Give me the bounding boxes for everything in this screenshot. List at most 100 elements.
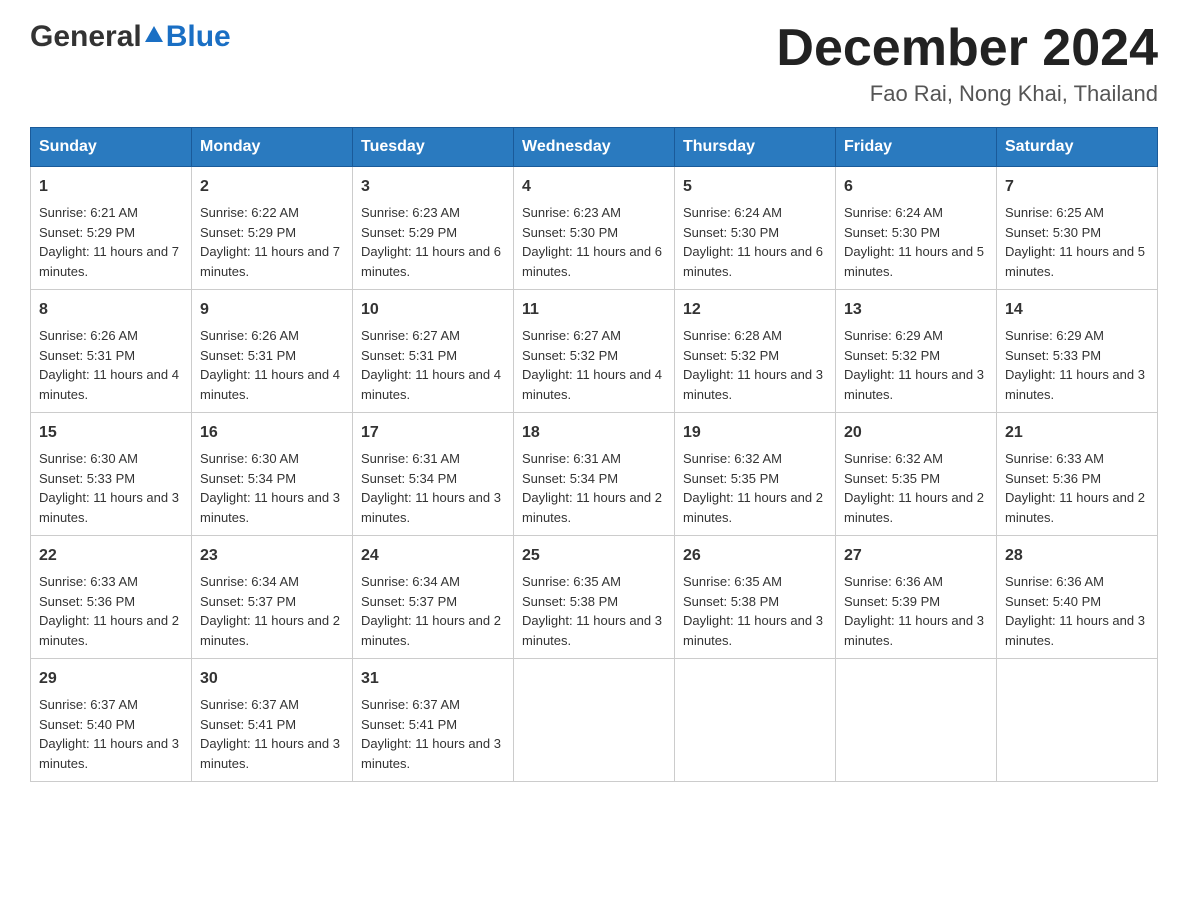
calendar-cell: 5 Sunrise: 6:24 AMSunset: 5:30 PMDayligh… [675, 167, 836, 290]
calendar-cell: 26 Sunrise: 6:35 AMSunset: 5:38 PMDaylig… [675, 536, 836, 659]
day-number: 14 [1005, 298, 1149, 322]
day-info: Sunrise: 6:29 AMSunset: 5:33 PMDaylight:… [1005, 328, 1145, 402]
day-info: Sunrise: 6:36 AMSunset: 5:39 PMDaylight:… [844, 574, 984, 648]
day-number: 30 [200, 667, 344, 691]
day-number: 15 [39, 421, 183, 445]
calendar-week-row: 15 Sunrise: 6:30 AMSunset: 5:33 PMDaylig… [31, 413, 1158, 536]
day-info: Sunrise: 6:23 AMSunset: 5:30 PMDaylight:… [522, 205, 662, 279]
calendar-week-row: 1 Sunrise: 6:21 AMSunset: 5:29 PMDayligh… [31, 167, 1158, 290]
day-number: 2 [200, 175, 344, 199]
calendar-header-saturday: Saturday [997, 128, 1158, 167]
day-number: 25 [522, 544, 666, 568]
calendar-table: SundayMondayTuesdayWednesdayThursdayFrid… [30, 127, 1158, 782]
page-header: General Blue December 2024 Fao Rai, Nong… [30, 20, 1158, 107]
day-info: Sunrise: 6:22 AMSunset: 5:29 PMDaylight:… [200, 205, 340, 279]
month-title: December 2024 [776, 20, 1158, 77]
day-number: 28 [1005, 544, 1149, 568]
day-info: Sunrise: 6:27 AMSunset: 5:32 PMDaylight:… [522, 328, 662, 402]
calendar-header-sunday: Sunday [31, 128, 192, 167]
day-info: Sunrise: 6:37 AMSunset: 5:40 PMDaylight:… [39, 697, 179, 771]
calendar-cell: 20 Sunrise: 6:32 AMSunset: 5:35 PMDaylig… [836, 413, 997, 536]
day-number: 13 [844, 298, 988, 322]
calendar-cell: 6 Sunrise: 6:24 AMSunset: 5:30 PMDayligh… [836, 167, 997, 290]
calendar-header-wednesday: Wednesday [514, 128, 675, 167]
day-info: Sunrise: 6:29 AMSunset: 5:32 PMDaylight:… [844, 328, 984, 402]
calendar-cell: 23 Sunrise: 6:34 AMSunset: 5:37 PMDaylig… [192, 536, 353, 659]
logo-arrow-icon [143, 20, 165, 54]
day-number: 12 [683, 298, 827, 322]
day-number: 31 [361, 667, 505, 691]
day-info: Sunrise: 6:21 AMSunset: 5:29 PMDaylight:… [39, 205, 179, 279]
calendar-cell: 22 Sunrise: 6:33 AMSunset: 5:36 PMDaylig… [31, 536, 192, 659]
day-number: 29 [39, 667, 183, 691]
day-info: Sunrise: 6:23 AMSunset: 5:29 PMDaylight:… [361, 205, 501, 279]
calendar-cell: 30 Sunrise: 6:37 AMSunset: 5:41 PMDaylig… [192, 659, 353, 782]
day-number: 21 [1005, 421, 1149, 445]
logo: General Blue [30, 20, 231, 54]
day-info: Sunrise: 6:31 AMSunset: 5:34 PMDaylight:… [522, 451, 662, 525]
day-info: Sunrise: 6:26 AMSunset: 5:31 PMDaylight:… [39, 328, 179, 402]
calendar-cell [836, 659, 997, 782]
calendar-cell: 19 Sunrise: 6:32 AMSunset: 5:35 PMDaylig… [675, 413, 836, 536]
calendar-cell [997, 659, 1158, 782]
calendar-cell [514, 659, 675, 782]
calendar-cell: 13 Sunrise: 6:29 AMSunset: 5:32 PMDaylig… [836, 290, 997, 413]
day-info: Sunrise: 6:27 AMSunset: 5:31 PMDaylight:… [361, 328, 501, 402]
day-info: Sunrise: 6:28 AMSunset: 5:32 PMDaylight:… [683, 328, 823, 402]
title-area: December 2024 Fao Rai, Nong Khai, Thaila… [776, 20, 1158, 107]
calendar-cell: 27 Sunrise: 6:36 AMSunset: 5:39 PMDaylig… [836, 536, 997, 659]
day-info: Sunrise: 6:32 AMSunset: 5:35 PMDaylight:… [844, 451, 984, 525]
calendar-header-monday: Monday [192, 128, 353, 167]
calendar-cell: 15 Sunrise: 6:30 AMSunset: 5:33 PMDaylig… [31, 413, 192, 536]
day-number: 16 [200, 421, 344, 445]
day-info: Sunrise: 6:24 AMSunset: 5:30 PMDaylight:… [683, 205, 823, 279]
calendar-cell: 11 Sunrise: 6:27 AMSunset: 5:32 PMDaylig… [514, 290, 675, 413]
day-info: Sunrise: 6:36 AMSunset: 5:40 PMDaylight:… [1005, 574, 1145, 648]
logo-general: General [30, 20, 142, 54]
day-info: Sunrise: 6:31 AMSunset: 5:34 PMDaylight:… [361, 451, 501, 525]
calendar-cell [675, 659, 836, 782]
day-number: 20 [844, 421, 988, 445]
day-info: Sunrise: 6:34 AMSunset: 5:37 PMDaylight:… [200, 574, 340, 648]
calendar-week-row: 8 Sunrise: 6:26 AMSunset: 5:31 PMDayligh… [31, 290, 1158, 413]
day-number: 1 [39, 175, 183, 199]
calendar-cell: 17 Sunrise: 6:31 AMSunset: 5:34 PMDaylig… [353, 413, 514, 536]
calendar-cell: 9 Sunrise: 6:26 AMSunset: 5:31 PMDayligh… [192, 290, 353, 413]
calendar-cell: 31 Sunrise: 6:37 AMSunset: 5:41 PMDaylig… [353, 659, 514, 782]
day-number: 26 [683, 544, 827, 568]
day-number: 18 [522, 421, 666, 445]
day-number: 23 [200, 544, 344, 568]
day-info: Sunrise: 6:35 AMSunset: 5:38 PMDaylight:… [683, 574, 823, 648]
calendar-cell: 10 Sunrise: 6:27 AMSunset: 5:31 PMDaylig… [353, 290, 514, 413]
day-info: Sunrise: 6:24 AMSunset: 5:30 PMDaylight:… [844, 205, 984, 279]
calendar-cell: 18 Sunrise: 6:31 AMSunset: 5:34 PMDaylig… [514, 413, 675, 536]
logo-blue: Blue [166, 20, 231, 54]
day-info: Sunrise: 6:37 AMSunset: 5:41 PMDaylight:… [200, 697, 340, 771]
calendar-header-tuesday: Tuesday [353, 128, 514, 167]
day-number: 10 [361, 298, 505, 322]
day-info: Sunrise: 6:34 AMSunset: 5:37 PMDaylight:… [361, 574, 501, 648]
day-number: 24 [361, 544, 505, 568]
day-number: 9 [200, 298, 344, 322]
day-info: Sunrise: 6:33 AMSunset: 5:36 PMDaylight:… [39, 574, 179, 648]
day-info: Sunrise: 6:25 AMSunset: 5:30 PMDaylight:… [1005, 205, 1145, 279]
day-info: Sunrise: 6:30 AMSunset: 5:34 PMDaylight:… [200, 451, 340, 525]
day-number: 3 [361, 175, 505, 199]
calendar-header-friday: Friday [836, 128, 997, 167]
day-info: Sunrise: 6:26 AMSunset: 5:31 PMDaylight:… [200, 328, 340, 402]
day-number: 19 [683, 421, 827, 445]
calendar-cell: 7 Sunrise: 6:25 AMSunset: 5:30 PMDayligh… [997, 167, 1158, 290]
day-number: 7 [1005, 175, 1149, 199]
calendar-week-row: 22 Sunrise: 6:33 AMSunset: 5:36 PMDaylig… [31, 536, 1158, 659]
calendar-header-row: SundayMondayTuesdayWednesdayThursdayFrid… [31, 128, 1158, 167]
calendar-cell: 16 Sunrise: 6:30 AMSunset: 5:34 PMDaylig… [192, 413, 353, 536]
day-info: Sunrise: 6:32 AMSunset: 5:35 PMDaylight:… [683, 451, 823, 525]
day-number: 27 [844, 544, 988, 568]
calendar-cell: 21 Sunrise: 6:33 AMSunset: 5:36 PMDaylig… [997, 413, 1158, 536]
calendar-cell: 28 Sunrise: 6:36 AMSunset: 5:40 PMDaylig… [997, 536, 1158, 659]
calendar-week-row: 29 Sunrise: 6:37 AMSunset: 5:40 PMDaylig… [31, 659, 1158, 782]
day-info: Sunrise: 6:30 AMSunset: 5:33 PMDaylight:… [39, 451, 179, 525]
calendar-header-thursday: Thursday [675, 128, 836, 167]
day-number: 5 [683, 175, 827, 199]
day-number: 11 [522, 298, 666, 322]
